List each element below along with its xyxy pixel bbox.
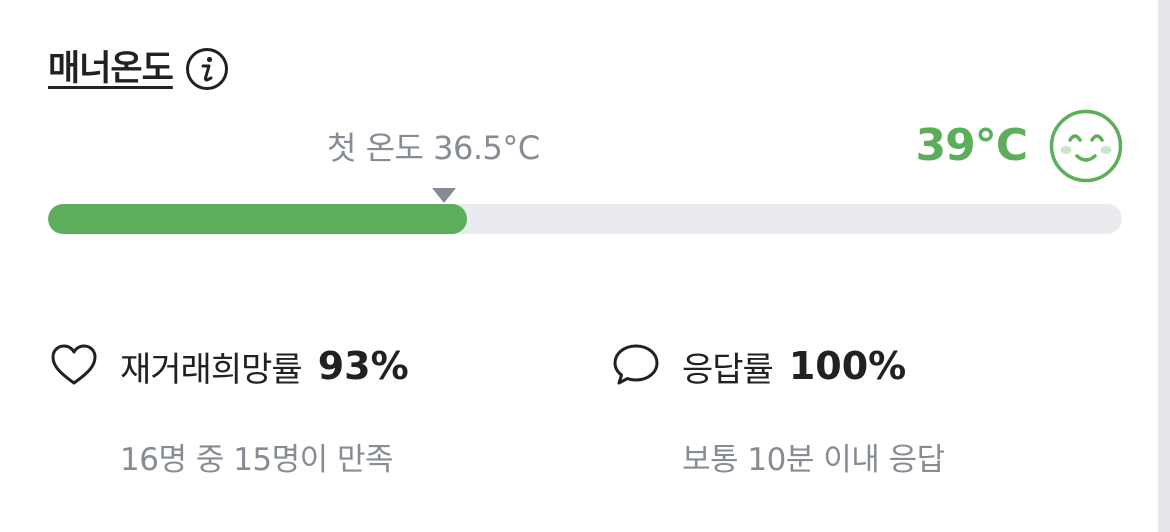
heart-icon — [50, 342, 98, 390]
current-temp-value: 39°C — [915, 120, 1028, 171]
rematch-rate-stat: 재거래희망률 93% 16명 중 15명이 만족 — [50, 338, 409, 478]
rematch-rate-label: 재거래희망률 — [120, 349, 303, 390]
scrollbar-edge — [1158, 0, 1170, 532]
response-rate-value: 100% — [788, 344, 907, 388]
manner-temp-header: 매너온도 — [48, 44, 229, 94]
response-rate-detail: 보통 10분 이내 응답 — [682, 442, 945, 478]
temperature-bar-fill — [48, 204, 467, 234]
rematch-rate-value: 93% — [317, 344, 409, 388]
response-rate-stat: 응답률 100% 보통 10분 이내 응답 — [612, 338, 945, 478]
first-temp-marker-icon — [432, 188, 456, 203]
speech-bubble-icon — [612, 342, 660, 390]
manner-temp-title[interactable]: 매너온도 — [48, 45, 174, 93]
smiling-face-icon — [1048, 108, 1124, 184]
rematch-rate-detail: 16명 중 15명이 만족 — [120, 442, 394, 478]
first-temp-label: 첫 온도 36.5°C — [327, 129, 540, 167]
response-rate-label: 응답률 — [682, 349, 774, 390]
info-icon[interactable] — [185, 47, 229, 91]
temperature-bar — [48, 204, 1122, 234]
